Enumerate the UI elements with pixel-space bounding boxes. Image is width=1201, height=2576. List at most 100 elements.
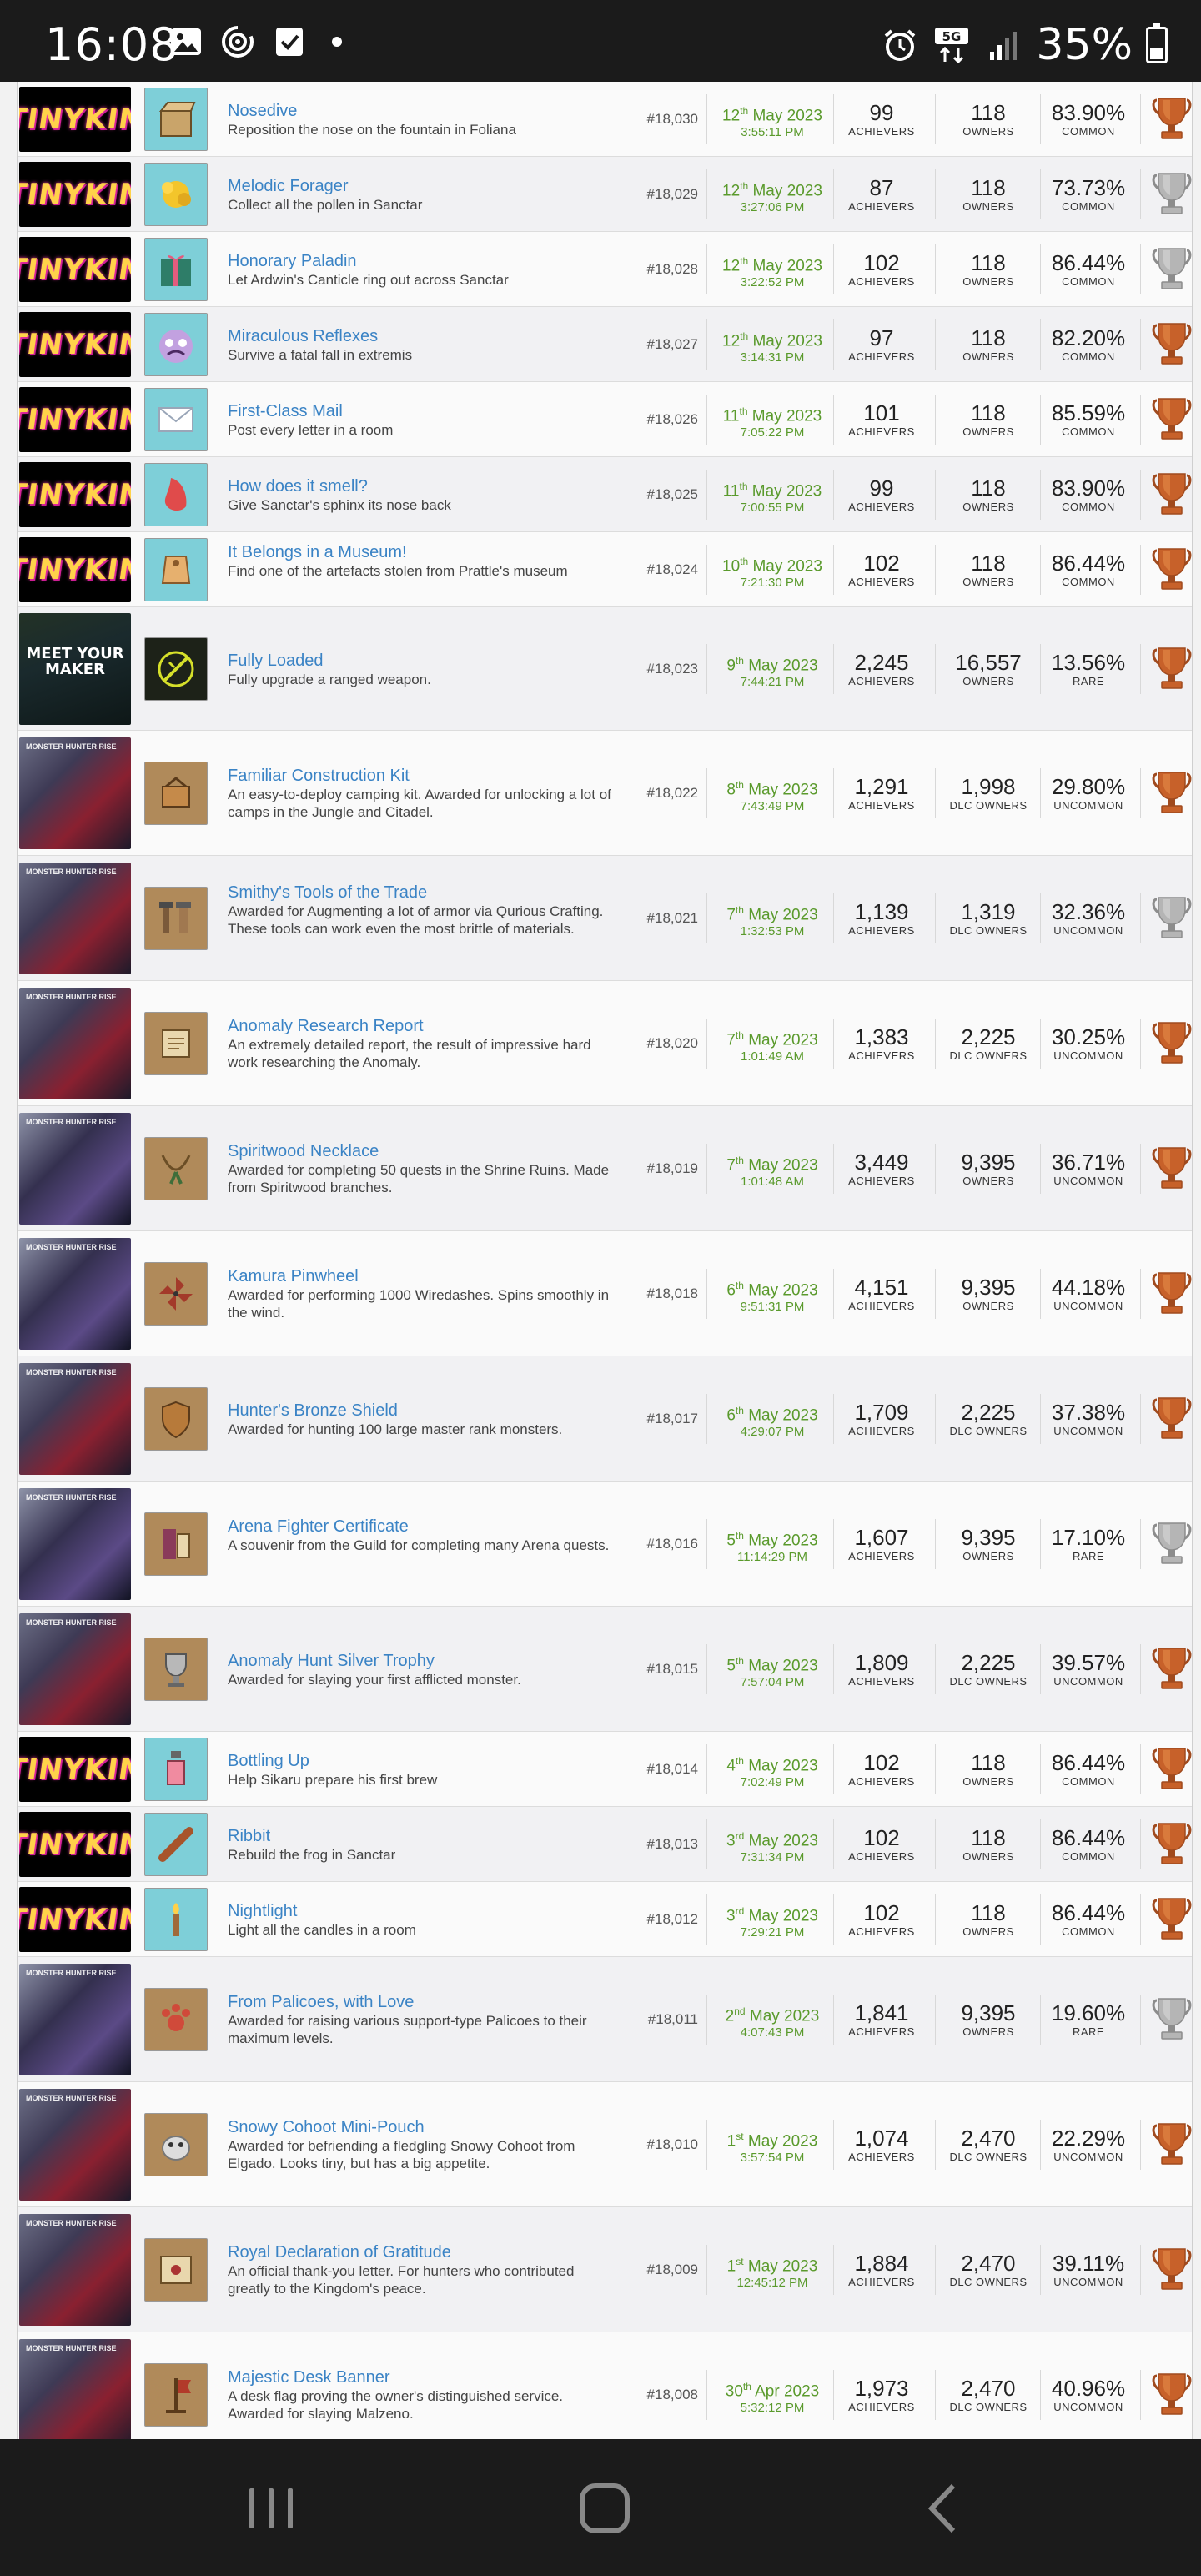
achievement-banner-icon[interactable] [144,2363,208,2427]
achievement-row[interactable]: MONSTER HUNTER RISE Kamura Pinwheel Awarde… [18,1231,1192,1356]
achievement-title-link[interactable]: Nosedive [228,101,620,121]
rarity-percentage: 36.71% UNCOMMON [1038,1150,1138,1188]
game-image[interactable]: MONSTER HUNTER RISE [19,737,131,849]
game-image[interactable]: MONSTER HUNTER RISE [19,1238,131,1350]
achievement-row[interactable]: TINYKIN Bottling Up Help Sikaru prepare hi… [18,1732,1192,1807]
achievement-number: #18,028 [646,261,698,277]
achievement-necklace-icon[interactable] [144,1137,208,1200]
achievement-scroll-icon[interactable] [144,1012,208,1075]
column-divider [706,545,707,595]
achievement-title-link[interactable]: Kamura Pinwheel [228,1266,620,1286]
achievement-title-link[interactable]: Royal Declaration of Gratitude [228,2242,620,2262]
achievement-number: #18,019 [646,1160,698,1176]
game-image[interactable]: MONSTER HUNTER RISE [19,1613,131,1725]
achievement-title-link[interactable]: Snowy Cohoot Mini-Pouch [228,2117,620,2137]
achievement-nose-icon[interactable] [144,463,208,526]
game-image[interactable]: TINYKIN [19,1887,131,1952]
game-image[interactable]: TINYKIN [19,537,131,602]
achievement-row[interactable]: TINYKIN Nightlight Light all the candles i… [18,1882,1192,1957]
achievement-row[interactable]: MONSTER HUNTER RISE Snowy Cohoot Mini-Pou… [18,2082,1192,2207]
achievement-row[interactable]: TINYKIN Melodic Forager Collect all the po… [18,157,1192,232]
achievement-row[interactable]: TINYKIN Honorary Paladin Let Ardwin's Cant… [18,232,1192,307]
achievement-row[interactable]: TINYKIN Nosedive Reposition the nose on th… [18,82,1192,157]
achievement-row[interactable]: MONSTER HUNTER RISE Arena Fighter Certifi… [18,1482,1192,1607]
game-image[interactable]: MONSTER HUNTER RISE [19,1113,131,1225]
achievement-title-link[interactable]: Anomaly Research Report [228,1016,620,1036]
achievement-title-link[interactable]: Miraculous Reflexes [228,326,620,346]
game-image[interactable]: TINYKIN [19,312,131,377]
achievement-title-link[interactable]: Melodic Forager [228,176,620,196]
achievement-kit-icon[interactable] [144,762,208,825]
game-image[interactable]: MEET YOUR MAKER [19,613,131,725]
achievement-list[interactable]: TINYKIN Nosedive Reposition the nose on th… [0,82,1201,2439]
achievement-row[interactable]: TINYKIN Ribbit Rebuild the frog in Sanctar… [18,1807,1192,1882]
achievement-face-icon[interactable] [144,313,208,376]
achievement-row[interactable]: MONSTER HUNTER RISE From Palicoes, with L… [18,1957,1192,2082]
achievement-paw-icon[interactable] [144,1988,208,2051]
game-image[interactable]: TINYKIN [19,162,131,227]
achievement-row[interactable]: MONSTER HUNTER RISE Majestic Desk Banner A… [18,2332,1192,2439]
achievement-row[interactable]: TINYKIN Miraculous Reflexes Survive a fata… [18,307,1192,382]
game-image[interactable]: MONSTER HUNTER RISE [19,2339,131,2439]
game-image[interactable]: MONSTER HUNTER RISE [19,1363,131,1475]
game-image[interactable]: TINYKIN [19,1812,131,1877]
achievement-candle-icon[interactable] [144,1888,208,1951]
game-image[interactable]: TINYKIN [19,87,131,152]
achievement-row[interactable]: MONSTER HUNTER RISE Familiar Construction… [18,731,1192,856]
game-image[interactable]: TINYKIN [19,237,131,302]
achievement-title-link[interactable]: Spiritwood Necklace [228,1141,620,1161]
achievement-pouch-icon[interactable] [144,2113,208,2176]
achievement-stick-icon[interactable] [144,1813,208,1876]
achievement-title-link[interactable]: Bottling Up [228,1751,620,1771]
achievement-row[interactable]: MONSTER HUNTER RISE Spiritwood Necklace Aw… [18,1106,1192,1231]
achievement-row[interactable]: TINYKIN It Belongs in a Museum! Find one o… [18,532,1192,607]
game-image[interactable]: MONSTER HUNTER RISE [19,1964,131,2075]
achievement-title-link[interactable]: Hunter's Bronze Shield [228,1401,620,1421]
back-icon[interactable] [909,2479,976,2538]
achievement-title-link[interactable]: How does it smell? [228,476,620,496]
achievement-pinwheel-icon[interactable] [144,1262,208,1326]
achievement-tools-icon[interactable] [144,887,208,950]
achievement-title-link[interactable]: Majestic Desk Banner [228,2367,620,2387]
achievement-title-link[interactable]: Familiar Construction Kit [228,766,620,786]
achievement-gift-icon[interactable] [144,238,208,301]
achievement-letter-icon[interactable] [144,2238,208,2302]
achievement-title-link[interactable]: Anomaly Hunt Silver Trophy [228,1651,620,1671]
recents-icon[interactable] [238,2479,304,2538]
achievement-pollen-icon[interactable] [144,163,208,226]
achievement-mail-icon[interactable] [144,388,208,451]
achievement-title-link[interactable]: From Palicoes, with Love [228,1992,620,2012]
achievement-row[interactable]: MEET YOUR MAKER Fully Loaded Fully upgrade… [18,607,1192,731]
achievement-row[interactable]: MONSTER HUNTER RISE Anomaly Hunt Silver T… [18,1607,1192,1732]
achievement-title-link[interactable]: It Belongs in a Museum! [228,542,620,562]
achievement-row[interactable]: MONSTER HUNTER RISE Anomaly Research Repo… [18,981,1192,1106]
achievement-row[interactable]: MONSTER HUNTER RISE Royal Declaration of … [18,2207,1192,2332]
game-image[interactable]: MONSTER HUNTER RISE [19,1488,131,1600]
achievement-row[interactable]: MONSTER HUNTER RISE Smithy's Tools of the… [18,856,1192,981]
achievement-title-link[interactable]: Arena Fighter Certificate [228,1517,620,1537]
achievement-bottle-icon[interactable] [144,1738,208,1801]
achievement-row[interactable]: TINYKIN How does it smell? Give Sanctar's … [18,457,1192,532]
achievement-row[interactable]: MONSTER HUNTER RISE Hunter's Bronze Shiel… [18,1356,1192,1482]
achievement-tag-icon[interactable] [144,538,208,601]
achievement-title-link[interactable]: Ribbit [228,1826,620,1846]
game-image[interactable]: MONSTER HUNTER RISE [19,2089,131,2201]
achievement-title-link[interactable]: Nightlight [228,1901,620,1921]
game-image[interactable]: TINYKIN [19,387,131,452]
home-icon[interactable] [571,2479,638,2538]
game-image[interactable]: MONSTER HUNTER RISE [19,863,131,974]
achievement-certificate-icon[interactable] [144,1512,208,1576]
achievement-title-link[interactable]: Honorary Paladin [228,251,620,271]
game-image[interactable]: MONSTER HUNTER RISE [19,988,131,1099]
game-image[interactable]: TINYKIN [19,462,131,527]
game-image[interactable]: MONSTER HUNTER RISE [19,2214,131,2326]
achievement-title-link[interactable]: Fully Loaded [228,651,620,671]
achievement-cup-icon[interactable] [144,1638,208,1701]
achievement-row[interactable]: TINYKIN First-Class Mail Post every letter… [18,382,1192,457]
achievement-shield-icon[interactable] [144,1387,208,1451]
achievement-title-link[interactable]: Smithy's Tools of the Trade [228,883,620,903]
achievement-title-link[interactable]: First-Class Mail [228,401,620,421]
game-image[interactable]: TINYKIN [19,1737,131,1802]
achievement-box-icon[interactable] [144,88,208,151]
achievement-gun-icon[interactable] [144,637,208,701]
